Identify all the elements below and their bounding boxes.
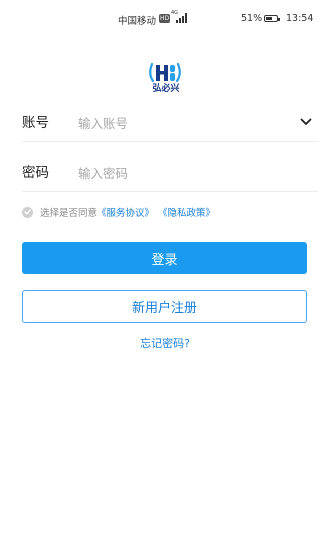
status-bar: 中国移动 HD 4G 51% 13:54 <box>0 0 330 36</box>
password-label: 密码 <box>22 165 49 181</box>
agreement-checkbox[interactable] <box>22 206 33 218</box>
carrier-label: 中国移动 <box>118 16 157 27</box>
agreement-text: 选择是否同意 <box>40 208 98 219</box>
login-button[interactable]: 登录 <box>22 242 307 274</box>
password-divider <box>22 191 318 192</box>
account-input[interactable] <box>78 105 282 141</box>
password-input[interactable] <box>78 155 282 191</box>
account-label: 账号 <box>22 115 49 131</box>
battery-icon <box>264 15 280 22</box>
privacy-policy-link[interactable]: 《隐私政策》 <box>158 205 215 219</box>
signal-icon <box>176 13 188 23</box>
battery-percent: 51% <box>241 13 263 24</box>
register-button[interactable]: 新用户注册 <box>22 290 307 323</box>
service-agreement-link[interactable]: 《服务协议》 <box>97 205 154 219</box>
agreement-row: 选择是否同意 《服务协议》 《隐私政策》 <box>22 204 215 220</box>
forgot-password-link[interactable]: 忘记密码? <box>0 335 330 351</box>
clock: 13:54 <box>286 13 314 24</box>
password-row: 密码 <box>22 155 312 191</box>
app-name: 弘必兴 <box>152 84 180 94</box>
chevron-down-icon[interactable] <box>300 117 312 127</box>
check-icon <box>24 209 31 215</box>
hd-badge: HD <box>159 14 171 23</box>
account-divider <box>22 141 318 142</box>
account-row: 账号 <box>22 105 312 141</box>
